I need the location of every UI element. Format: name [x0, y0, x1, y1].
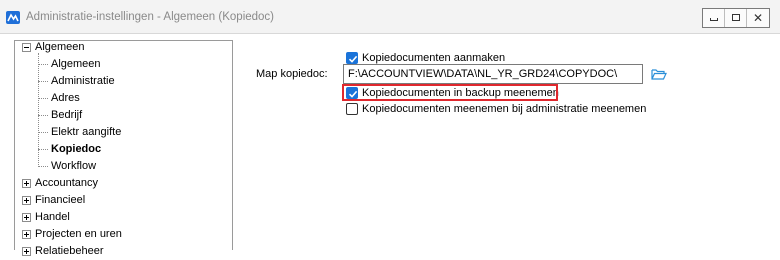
tree-node-label: Algemeen	[35, 41, 85, 53]
window-controls: ✕	[702, 8, 770, 28]
tree-node-label: Financieel	[35, 194, 86, 206]
expand-icon[interactable]	[22, 196, 31, 205]
tree-node-algemeen[interactable]: Algemeen	[15, 39, 232, 56]
settings-tree[interactable]: Algemeen Algemeen Administratie Adres Be…	[14, 39, 233, 257]
close-button[interactable]: ✕	[747, 9, 769, 27]
include-with-admin-checkbox[interactable]	[346, 103, 358, 115]
tree-node-accountancy[interactable]: Accountancy	[15, 175, 232, 192]
tree-node-projecten-en-uren[interactable]: Projecten en uren	[15, 226, 232, 243]
window-title: Administratie-instellingen - Algemeen (K…	[26, 11, 275, 23]
folder-open-icon	[651, 69, 667, 80]
copydoc-folder-input[interactable]	[343, 64, 643, 84]
tree-node-relatiebeheer[interactable]: Relatiebeheer	[15, 243, 232, 260]
expand-icon[interactable]	[22, 247, 31, 256]
tree-item-label: Elektr aangifte	[51, 126, 122, 138]
tree-node-financieel[interactable]: Financieel	[15, 192, 232, 209]
expand-icon[interactable]	[22, 230, 31, 239]
tree-connector	[38, 64, 48, 65]
tree-item-label: Kopiedoc	[51, 143, 102, 155]
tree-connector	[38, 98, 48, 99]
browse-folder-button[interactable]	[650, 66, 668, 82]
tree-item-administratie[interactable]: Administratie	[15, 73, 232, 90]
tree-connector	[38, 115, 48, 116]
tree-item-algemeen[interactable]: Algemeen	[15, 56, 232, 73]
tree-connector	[38, 149, 48, 150]
tree-item-label: Workflow	[51, 160, 97, 172]
tree-connector	[38, 81, 48, 82]
collapse-icon[interactable]	[22, 43, 31, 52]
tree-node-handel[interactable]: Handel	[15, 209, 232, 226]
tree-node-label: Projecten en uren	[35, 228, 122, 240]
create-copies-checkbox[interactable]	[346, 52, 358, 64]
tree-item-adres[interactable]: Adres	[15, 90, 232, 107]
title-bar: Administratie-instellingen - Algemeen (K…	[0, 0, 780, 34]
minimize-icon	[710, 18, 718, 21]
tree-item-label: Administratie	[51, 75, 115, 87]
tree-item-label: Bedrijf	[51, 109, 83, 121]
tree-item-kopiedoc[interactable]: Kopiedoc	[15, 141, 232, 158]
tree-item-elektr-aangifte[interactable]: Elektr aangifte	[15, 124, 232, 141]
expand-icon[interactable]	[22, 179, 31, 188]
minimize-button[interactable]	[703, 9, 725, 27]
tree-connector	[38, 166, 48, 167]
maximize-button[interactable]	[725, 9, 747, 27]
tree-node-label: Accountancy	[35, 177, 98, 189]
tree-connector	[38, 132, 48, 133]
highlight-box	[342, 84, 558, 101]
expand-icon[interactable]	[22, 213, 31, 222]
close-icon: ✕	[753, 11, 764, 25]
tree-node-label: Relatiebeheer	[35, 245, 104, 257]
tree-item-bedrijf[interactable]: Bedrijf	[15, 107, 232, 124]
tree-node-label: Handel	[35, 211, 70, 223]
include-with-admin-label: Kopiedocumenten meenemen bij administrat…	[362, 103, 647, 115]
tree-item-label: Adres	[51, 92, 80, 104]
tree-item-label: Algemeen	[51, 58, 101, 70]
map-kopiedoc-label: Map kopiedoc:	[256, 68, 328, 80]
maximize-icon	[732, 14, 740, 21]
accountview-logo-icon	[6, 11, 20, 24]
tree-item-workflow[interactable]: Workflow	[15, 158, 232, 175]
